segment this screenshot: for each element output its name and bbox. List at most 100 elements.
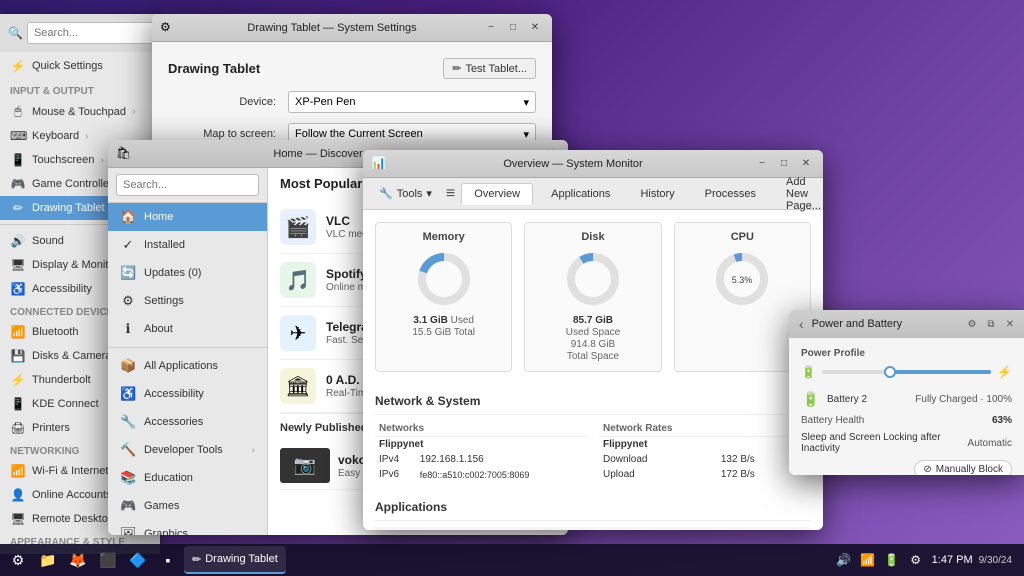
power-close-icon[interactable]: ✕: [1002, 316, 1018, 332]
nav-about[interactable]: ℹ About: [108, 315, 267, 343]
power-battery-window: ‹ Power and Battery ⚙ ⧉ ✕ Power Profile …: [789, 310, 1024, 475]
mouse-icon: 🖱: [10, 104, 26, 119]
network-rates-header: Network Rates: [599, 421, 811, 437]
nav-label: Disks & Cameras: [32, 350, 117, 362]
manually-block-button[interactable]: ⊘ Manually Block: [914, 460, 1012, 475]
tab-history[interactable]: History: [628, 184, 686, 204]
nav-home[interactable]: 🏠 Home: [108, 203, 267, 231]
close-button[interactable]: ✕: [526, 19, 544, 37]
cpu-percent-text: 5.3%: [732, 275, 753, 285]
network-name-row: Flippynet: [375, 437, 587, 453]
sleep-label: Sleep and Screen Locking after Inactivit…: [801, 432, 968, 454]
settings-icon: ⚙: [120, 293, 136, 309]
applications-section: Applications Name CPU Memory Download Up…: [375, 494, 811, 530]
disk-used-space: 85.7 GiB: [573, 315, 613, 326]
hamburger-menu-icon[interactable]: ≡: [446, 185, 455, 203]
memory-used: 3.1 GiB: [413, 315, 447, 326]
search-icon: 🔍: [8, 26, 23, 40]
kde-menu-icon[interactable]: ⚙: [4, 546, 32, 574]
discover-search-input[interactable]: [116, 174, 259, 196]
nav-accessories[interactable]: 🔧 Accessories: [108, 408, 267, 436]
nav-settings[interactable]: ⚙ Settings: [108, 287, 267, 315]
taskbar-files-icon[interactable]: 📁: [34, 546, 62, 574]
network-name: Flippynet: [375, 437, 587, 453]
nav-developer-tools[interactable]: 🔨 Developer Tools ›: [108, 436, 267, 464]
nav-graphics[interactable]: 🖼 Graphics: [108, 520, 267, 535]
spotify-app-icon: 🎵: [280, 262, 316, 298]
nav-label: Keyboard: [32, 130, 79, 142]
disk-stat-card: Disk 85.7 GiB Used Space 914.8 GiB Total…: [524, 222, 661, 372]
tray-network-icon[interactable]: 📶: [858, 550, 878, 570]
nav-label: Touchscreen: [32, 154, 94, 166]
device-select[interactable]: XP-Pen Pen ▾: [288, 91, 536, 113]
tab-applications[interactable]: Applications: [539, 184, 622, 204]
ipv4-row: IPv4 192.168.1.156: [375, 452, 587, 467]
upload-label: Upload: [599, 467, 717, 482]
power-profile-label: Power Profile: [801, 348, 1012, 359]
tab-processes[interactable]: Processes: [693, 184, 768, 204]
sys-settings-controls: − □ ✕: [482, 19, 544, 37]
memory-stat-card: Memory 3.1 GiB Used 15.5 GiB Total: [375, 222, 512, 372]
nav-mouse-touchpad[interactable]: 🖱 Mouse & Touchpad ›: [0, 99, 160, 124]
minimize-button[interactable]: −: [753, 155, 771, 173]
taskbar-firefox-icon[interactable]: 🦊: [64, 546, 92, 574]
sound-icon: 🔊: [10, 234, 26, 248]
test-tablet-button[interactable]: ✏ Test Tablet...: [443, 58, 536, 79]
taskbar-terminal-icon[interactable]: ⬛: [94, 546, 122, 574]
battery-health-label: Battery Health: [801, 415, 992, 426]
block-icon: ⊘: [923, 464, 931, 475]
maximize-button[interactable]: □: [775, 155, 793, 173]
taskbar-app6-icon[interactable]: ▪: [154, 546, 182, 574]
map-to-screen-value: Follow the Current Screen: [295, 128, 423, 140]
taskbar-drawing-tablet-app[interactable]: ✏ Drawing Tablet: [184, 546, 286, 574]
tab-overview[interactable]: Overview: [461, 183, 533, 205]
power-detach-icon[interactable]: ⧉: [983, 316, 999, 332]
tab-add-new[interactable]: Add New Page...: [774, 172, 823, 216]
maximize-button[interactable]: □: [504, 19, 522, 37]
clock-time[interactable]: 1:47 PM: [932, 554, 973, 566]
disk-used-label: Used Space: [566, 327, 620, 338]
networks-table: Networks Flippynet IPv4 192.168.1.156: [375, 421, 587, 482]
nav-label: Game Controller: [32, 178, 113, 190]
sidebar-search-area: 🔍: [0, 14, 160, 52]
clock-date[interactable]: 9/30/24: [979, 555, 1012, 566]
power-settings-icon[interactable]: ⚙: [964, 316, 980, 332]
power-back-button[interactable]: ‹: [795, 314, 808, 334]
nav-label: Mouse & Touchpad: [32, 106, 126, 118]
tray-battery-icon[interactable]: 🔋: [882, 550, 902, 570]
minimize-button[interactable]: −: [482, 19, 500, 37]
sleep-value: Automatic: [968, 438, 1012, 449]
battery-profile-icon: 🔋: [801, 365, 816, 379]
dropdown-arrow-icon: ▾: [523, 128, 529, 141]
nav-updates[interactable]: 🔄 Updates (0): [108, 259, 267, 287]
cpu-donut: 5.3%: [712, 249, 772, 309]
nav-games[interactable]: 🎮 Games: [108, 492, 267, 520]
nav-installed[interactable]: ✓ Installed: [108, 231, 267, 259]
tray-settings-icon[interactable]: ⚙: [906, 550, 926, 570]
nav-label: KDE Connect: [32, 398, 99, 410]
power-profile-slider-area: 🔋 ⚡: [801, 365, 1012, 379]
disk-title: Disk: [533, 231, 652, 243]
tools-menu-button[interactable]: 🔧 Tools ▾: [371, 184, 440, 203]
download-label: Download: [599, 452, 717, 467]
drawing-tablet-icon: ✏: [10, 201, 26, 215]
map-to-screen-label: Map to screen:: [168, 128, 288, 140]
sidebar-search-input[interactable]: [27, 22, 160, 44]
nav-all-apps[interactable]: 📦 All Applications: [108, 352, 267, 380]
power-profile-track[interactable]: [822, 370, 991, 374]
nav-label: Installed: [144, 239, 185, 251]
nav-accessibility-cat[interactable]: ♿ Accessibility: [108, 380, 267, 408]
0ad-app-icon: 🏛: [280, 368, 316, 404]
nav-label: About: [144, 323, 173, 335]
network-section: Network & System Networks Flippynet: [375, 388, 811, 482]
telegram-icon: ✈: [290, 321, 307, 346]
tray-speaker-icon[interactable]: 🔊: [834, 550, 854, 570]
sidebar-separator: [108, 347, 267, 348]
dev-tools-icon: 🔨: [120, 442, 136, 458]
battery2-status: Fully Charged · 100%: [915, 394, 1012, 405]
nav-education[interactable]: 📚 Education: [108, 464, 267, 492]
nav-quick-settings[interactable]: ⚡ Quick Settings: [0, 54, 160, 78]
taskbar-app5-icon[interactable]: 🔷: [124, 546, 152, 574]
device-label: Device:: [168, 96, 288, 108]
close-button[interactable]: ✕: [797, 155, 815, 173]
